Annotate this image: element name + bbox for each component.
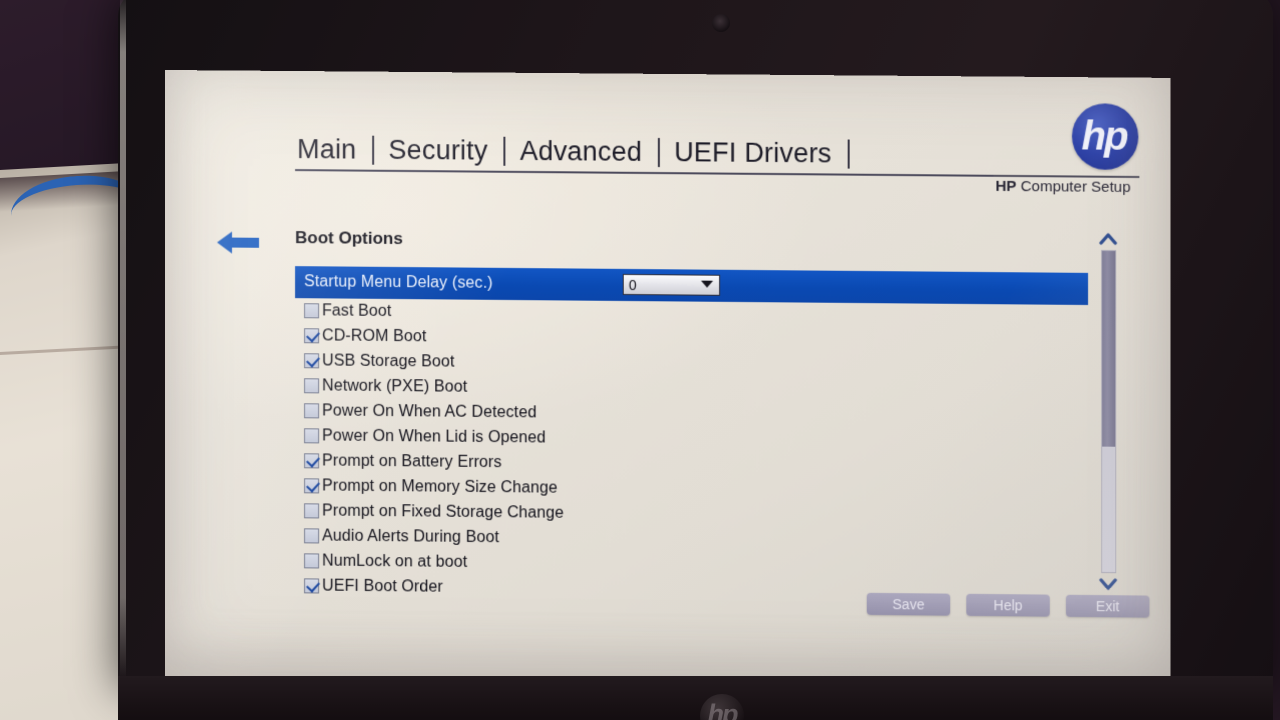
laptop-chin <box>118 676 1273 720</box>
checkbox-unchecked-icon[interactable] <box>304 428 320 444</box>
tab-separator <box>503 136 506 166</box>
hp-logo-icon: hp <box>1071 103 1139 170</box>
scroll-up-button[interactable] <box>1096 230 1120 248</box>
boot-options-list: Startup Menu Delay (sec.) 0 Fast Boot CD-… <box>295 266 1089 606</box>
tab-advanced[interactable]: Advanced <box>520 136 658 172</box>
option-label: Audio Alerts During Boot <box>322 526 500 546</box>
checkbox-unchecked-icon[interactable] <box>304 403 320 419</box>
hp-caption-rest: Computer Setup <box>1016 178 1131 196</box>
checkbox-unchecked-icon[interactable] <box>304 303 320 319</box>
page-title: Boot Options <box>295 228 403 249</box>
footer-button-bar: Save Help Exit <box>866 592 1150 618</box>
option-label: NumLock on at boot <box>322 552 468 571</box>
hp-logo-text: hp <box>1081 114 1127 159</box>
tab-separator <box>658 137 661 168</box>
chevron-down-icon <box>701 280 714 288</box>
startup-menu-delay-label: Startup Menu Delay (sec.) <box>304 273 493 292</box>
startup-menu-delay-dropdown[interactable]: 0 <box>622 273 721 296</box>
webcam-icon <box>712 14 730 32</box>
tab-uefi-drivers[interactable]: UEFI Drivers <box>674 137 848 173</box>
option-label: Fast Boot <box>322 301 392 320</box>
option-label: Network (PXE) Boot <box>322 376 468 396</box>
scrollbar-track[interactable] <box>1101 249 1117 574</box>
help-button[interactable]: Help <box>966 593 1050 617</box>
checkbox-checked-icon[interactable] <box>304 353 320 369</box>
arrow-left-icon[interactable] <box>215 228 261 256</box>
scroll-down-button[interactable] <box>1096 575 1120 593</box>
option-label: Prompt on Memory Size Change <box>322 476 558 497</box>
scrollbar-thumb[interactable] <box>1102 250 1116 447</box>
photo-scene: Main Security Advanced UEFI Drivers hp H… <box>0 0 1280 720</box>
option-label: UEFI Boot Order <box>322 577 443 596</box>
option-label: Prompt on Fixed Storage Change <box>322 501 564 522</box>
tab-security[interactable]: Security <box>389 135 504 171</box>
tab-bar: Main Security Advanced UEFI Drivers <box>295 129 1010 177</box>
option-label: Power On When AC Detected <box>322 401 537 421</box>
tab-main[interactable]: Main <box>295 134 372 170</box>
option-label: Power On When Lid is Opened <box>322 426 546 447</box>
vertical-scrollbar[interactable] <box>1096 230 1120 593</box>
checkbox-checked-icon[interactable] <box>304 578 320 594</box>
tab-separator <box>847 139 850 169</box>
option-label: CD-ROM Boot <box>322 326 427 345</box>
hp-caption-bold: HP <box>995 177 1017 196</box>
checkbox-unchecked-icon[interactable] <box>304 528 320 544</box>
checkbox-checked-icon[interactable] <box>304 453 320 469</box>
checkbox-checked-icon[interactable] <box>304 328 320 344</box>
exit-button[interactable]: Exit <box>1065 594 1150 618</box>
startup-menu-delay-value: 0 <box>628 276 637 293</box>
tab-separator <box>372 135 375 165</box>
checkbox-unchecked-icon[interactable] <box>304 378 320 394</box>
save-button[interactable]: Save <box>866 592 951 616</box>
hp-computer-setup-label: HP Computer Setup <box>995 178 1146 196</box>
bezel-highlight <box>120 0 126 680</box>
bios-screen: Main Security Advanced UEFI Drivers hp H… <box>165 70 1171 689</box>
checkbox-checked-icon[interactable] <box>304 478 320 494</box>
checkbox-unchecked-icon[interactable] <box>304 503 320 519</box>
checkbox-unchecked-icon[interactable] <box>304 553 320 569</box>
option-label: USB Storage Boot <box>322 351 455 371</box>
option-label: Prompt on Battery Errors <box>322 451 502 471</box>
